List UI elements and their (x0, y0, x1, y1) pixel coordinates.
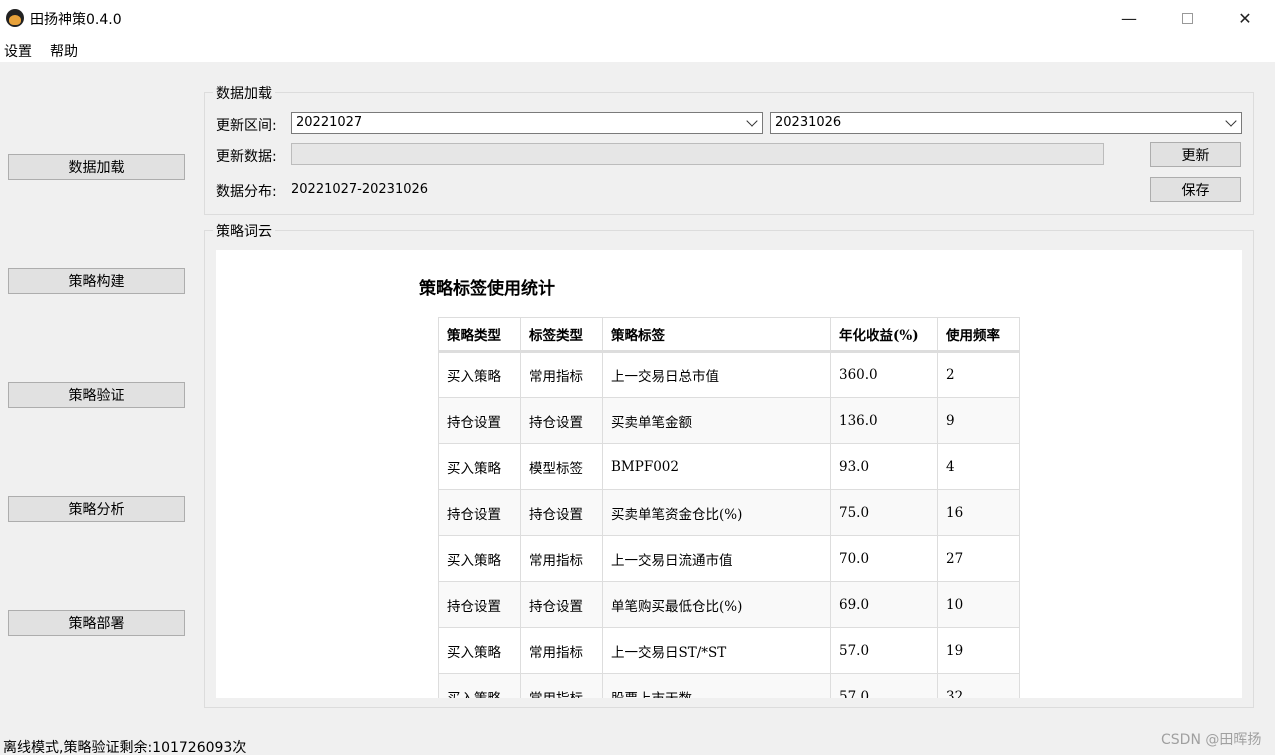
table-cell: 持仓设置 (520, 397, 603, 444)
nav-strategy-build-button[interactable]: 策略构建 (8, 268, 185, 294)
table-cell: 常用指标 (520, 535, 603, 582)
menu-bar: 设置 帮助 (0, 36, 1275, 62)
table-cell: 70.0 (830, 535, 938, 582)
table-cell: 75.0 (830, 489, 938, 536)
column-header: 标签类型 (520, 317, 603, 353)
minimize-button[interactable]: — (1100, 0, 1158, 36)
table-cell: 持仓设置 (520, 581, 603, 628)
nav-strategy-verify-button[interactable]: 策略验证 (8, 382, 185, 408)
table-cell: 10 (937, 581, 1020, 628)
data-distribution-label: 数据分布: (216, 184, 277, 200)
table-cell: 27 (937, 535, 1020, 582)
update-range-label: 更新区间: (216, 118, 277, 134)
table-cell: 常用指标 (520, 627, 603, 674)
status-text: 离线模式,策略验证剩余:101726093次 (3, 740, 247, 755)
watermark: CSDN @田晖扬 (1161, 732, 1262, 748)
update-progress-bar (291, 143, 1104, 165)
table-cell: 上一交易日流通市值 (602, 535, 831, 582)
table-cell: 模型标签 (520, 443, 603, 490)
data-distribution-value: 20221027-20231026 (291, 182, 429, 197)
end-date-value: 20231026 (775, 115, 842, 130)
menu-help[interactable]: 帮助 (50, 41, 78, 61)
nav-strategy-analysis-button[interactable]: 策略分析 (8, 496, 185, 522)
table-cell: 买入策略 (438, 443, 521, 490)
table-cell: 136.0 (830, 397, 938, 444)
table-cell: 上一交易日ST/*ST (602, 627, 831, 674)
table-row: 持仓设置 持仓设置 买卖单笔金额 136.0 9 (438, 397, 1020, 444)
start-date-value: 20221027 (296, 115, 363, 130)
table-cell: 持仓设置 (438, 581, 521, 628)
table-cell: 买入策略 (438, 351, 521, 398)
table-cell: 360.0 (830, 351, 938, 398)
table-cell: 57.0 (830, 627, 938, 674)
table-cell: 买入策略 (438, 673, 521, 698)
stats-title: 策略标签使用统计 (419, 279, 555, 299)
table-cell: 57.0 (830, 673, 938, 698)
table-cell: BMPF002 (602, 443, 831, 490)
table-cell: 69.0 (830, 581, 938, 628)
table-row: 买入策略 常用指标 上一交易日流通市值 70.0 27 (438, 535, 1020, 582)
table-cell: 16 (937, 489, 1020, 536)
table-row: 买入策略 常用指标 股票上市天数 57.0 32 (438, 673, 1020, 698)
column-header: 策略类型 (438, 317, 521, 353)
stats-viewer[interactable]: 策略标签使用统计 策略类型 标签类型 策略标签 年化收益(%) 使用频率 买入策… (216, 250, 1242, 698)
update-button[interactable]: 更新 (1150, 142, 1241, 167)
table-cell: 常用指标 (520, 673, 603, 698)
table-cell: 2 (937, 351, 1020, 398)
chevron-down-icon (1225, 115, 1237, 127)
maximize-icon (1181, 12, 1193, 24)
table-row: 持仓设置 持仓设置 单笔购买最低仓比(%) 69.0 10 (438, 581, 1020, 628)
table-cell: 持仓设置 (438, 489, 521, 536)
table-cell: 买卖单笔金额 (602, 397, 831, 444)
end-date-select[interactable]: 20231026 (770, 112, 1242, 134)
nav-strategy-deploy-button[interactable]: 策略部署 (8, 610, 185, 636)
table-cell: 4 (937, 443, 1020, 490)
table-cell: 买入策略 (438, 535, 521, 582)
window-title: 田扬神策0.4.0 (30, 12, 122, 28)
table-cell: 19 (937, 627, 1020, 674)
close-button[interactable]: ✕ (1216, 0, 1274, 36)
table-row: 持仓设置 持仓设置 买卖单笔资金仓比(%) 75.0 16 (438, 489, 1020, 536)
column-header: 使用频率 (937, 317, 1020, 353)
table-row: 买入策略 常用指标 上一交易日总市值 360.0 2 (438, 351, 1020, 398)
table-header-row: 策略类型 标签类型 策略标签 年化收益(%) 使用频率 (438, 317, 1020, 353)
table-cell: 上一交易日总市值 (602, 351, 831, 398)
title-bar: 田扬神策0.4.0 — ✕ (0, 0, 1275, 36)
table-cell: 买入策略 (438, 627, 521, 674)
table-cell: 32 (937, 673, 1020, 698)
column-header: 策略标签 (602, 317, 831, 353)
start-date-select[interactable]: 20221027 (291, 112, 763, 134)
wordcloud-group-title: 策略词云 (213, 221, 275, 241)
table-cell: 持仓设置 (520, 489, 603, 536)
save-button[interactable]: 保存 (1150, 177, 1241, 202)
table-cell: 93.0 (830, 443, 938, 490)
table-cell: 买卖单笔资金仓比(%) (602, 489, 831, 536)
table-cell: 单笔购买最低仓比(%) (602, 581, 831, 628)
table-row: 买入策略 模型标签 BMPF002 93.0 4 (438, 443, 1020, 490)
data-load-group-title: 数据加载 (213, 83, 275, 103)
table-cell: 9 (937, 397, 1020, 444)
table-cell: 持仓设置 (438, 397, 521, 444)
table-row: 买入策略 常用指标 上一交易日ST/*ST 57.0 19 (438, 627, 1020, 674)
table-cell: 股票上市天数 (602, 673, 831, 698)
menu-settings[interactable]: 设置 (4, 41, 32, 61)
update-data-label: 更新数据: (216, 149, 277, 165)
maximize-button[interactable] (1158, 0, 1216, 36)
stats-table: 策略类型 标签类型 策略标签 年化收益(%) 使用频率 买入策略 常用指标 上一… (438, 317, 1020, 698)
chevron-down-icon (746, 115, 758, 127)
nav-data-load-button[interactable]: 数据加载 (8, 154, 185, 180)
table-cell: 常用指标 (520, 351, 603, 398)
app-logo-icon (6, 9, 24, 27)
column-header: 年化收益(%) (830, 317, 938, 353)
